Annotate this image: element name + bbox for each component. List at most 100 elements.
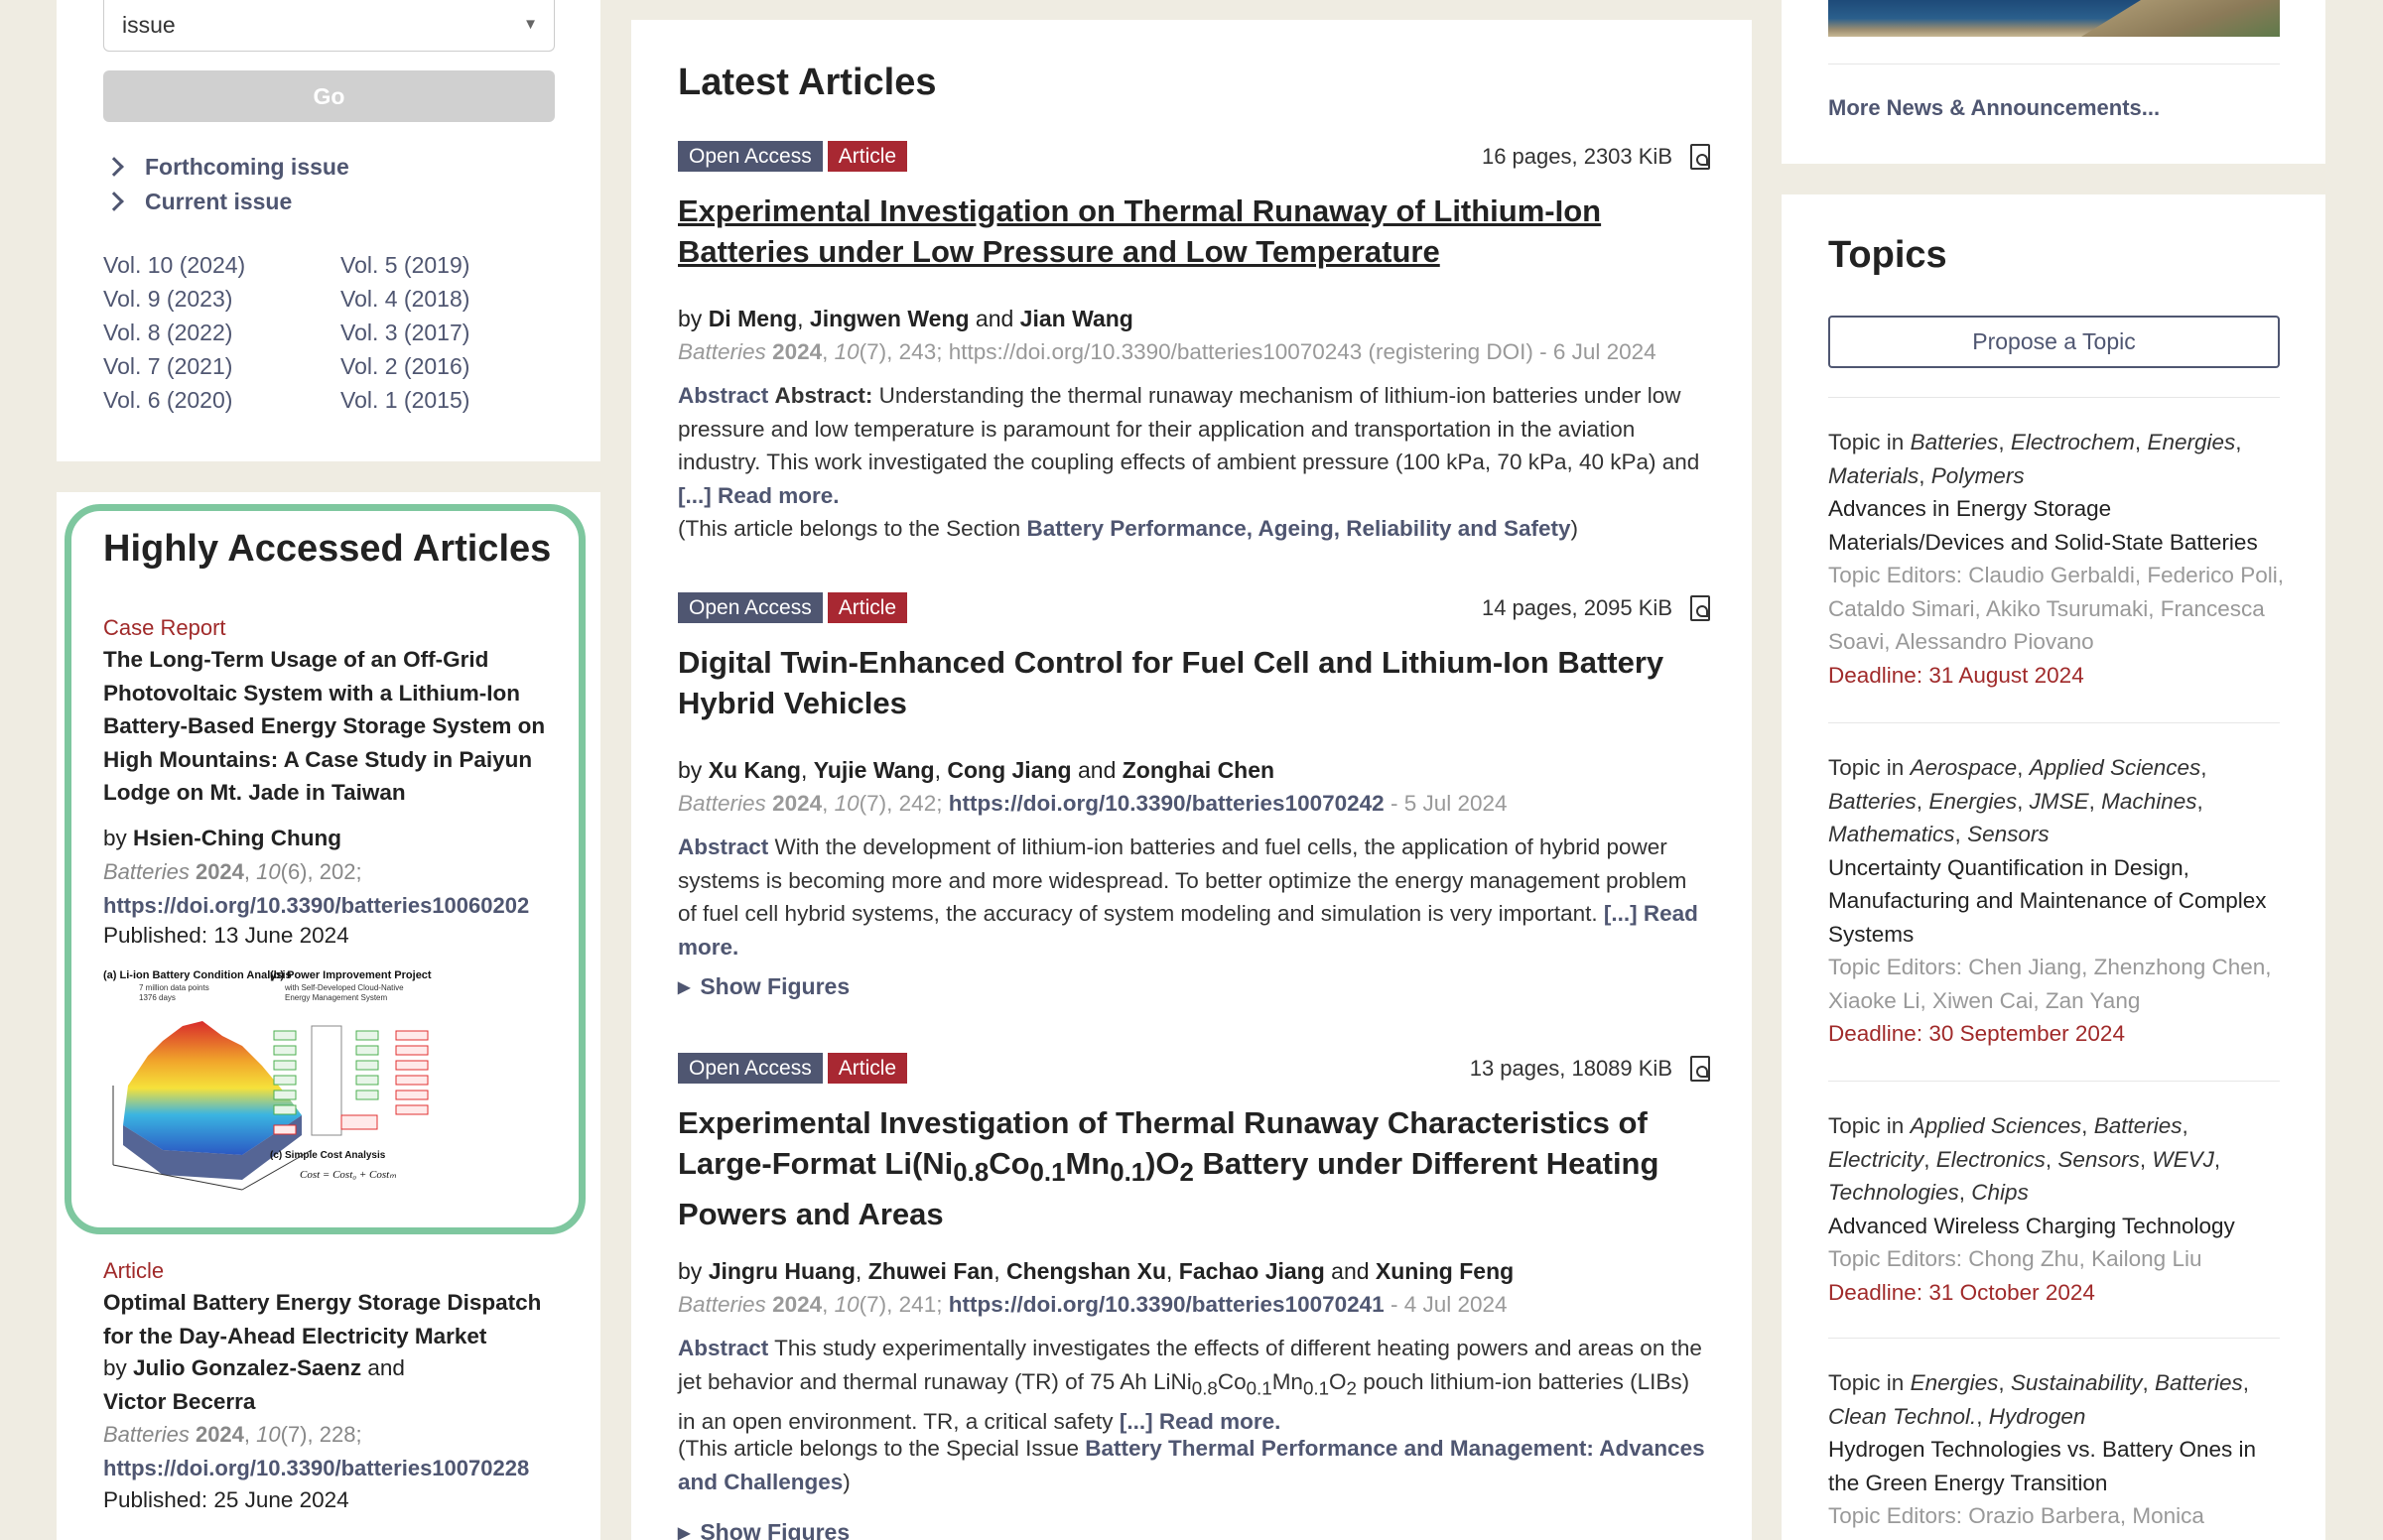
- graphic-label-a-sub2: 1376 days: [139, 993, 176, 1002]
- publish-date: - 4 Jul 2024: [1390, 1292, 1508, 1317]
- volume-link[interactable]: Vol. 4 (2018): [340, 282, 469, 316]
- latest-articles-panel: Latest Articles Open Access Article 16 pa…: [631, 20, 1752, 1540]
- article-title-link[interactable]: Experimental Investigation on Thermal Ru…: [678, 191, 1710, 272]
- abstract-prefix: Abstract:: [774, 383, 873, 408]
- topic-deadline: Deadline: 31 October 2024: [1828, 1279, 2095, 1305]
- abstract-label: Abstract: [678, 834, 769, 859]
- topic-title-link[interactable]: Uncertainty Quantification in Design, Ma…: [1828, 855, 2267, 947]
- graphic-formula: Cost = Cost₀ + Costₘ: [300, 1169, 396, 1181]
- graphic-label-b-sub2: Energy Management System: [285, 993, 387, 1002]
- year: 2024: [195, 859, 244, 884]
- volume-link[interactable]: Vol. 3 (2017): [340, 316, 469, 349]
- card-citation: Batteries 2024, 10(7), 228; https://doi.…: [103, 1422, 530, 1480]
- issue-select[interactable]: issue ▼: [103, 0, 555, 52]
- section-link[interactable]: Battery Performance, Ageing, Reliability…: [1026, 516, 1570, 541]
- author-link[interactable]: Jingwen Weng: [810, 306, 970, 331]
- card-type-label: Case Report: [103, 615, 226, 640]
- show-figures-toggle[interactable]: ▶ Show Figures: [678, 1519, 850, 1540]
- journal-name: Batteries: [103, 859, 190, 884]
- current-issue-link[interactable]: Current issue: [103, 185, 292, 218]
- article-title-link[interactable]: Experimental Investigation of Thermal Ru…: [678, 1102, 1710, 1234]
- pages-size: 16 pages, 2303 KiB: [1481, 143, 1672, 169]
- forthcoming-issue-link[interactable]: Forthcoming issue: [103, 150, 349, 184]
- highly-accessed-panel: Highly Accessed Articles Case Report The…: [57, 492, 600, 1540]
- year: 2024: [772, 1292, 823, 1317]
- publish-date: - 6 Jul 2024: [1539, 339, 1656, 364]
- publish-date: - 5 Jul 2024: [1390, 791, 1508, 816]
- volume-link[interactable]: Vol. 6 (2020): [103, 383, 232, 417]
- read-more-link[interactable]: [...] Read more.: [678, 483, 840, 508]
- topic-item: Topic in Aerospace, Applied Sciences, Ba…: [1828, 751, 2285, 1051]
- more-news-link[interactable]: More News & Announcements...: [1828, 95, 2160, 121]
- doi-link[interactable]: https://doi.org/10.3390/batteries1006020…: [103, 893, 529, 918]
- open-access-badge: Open Access: [678, 592, 823, 623]
- volume-link[interactable]: Vol. 9 (2023): [103, 282, 232, 316]
- doi-text: https://doi.org/10.3390/batteries1007024…: [948, 339, 1533, 364]
- divider: [1828, 397, 2280, 398]
- card-title-link[interactable]: The Long-Term Usage of an Off-Grid Photo…: [103, 643, 560, 810]
- propose-topic-button[interactable]: Propose a Topic: [1828, 316, 2280, 368]
- author-link[interactable]: Zonghai Chen: [1123, 757, 1274, 783]
- article-section: (This article belongs to the Section Bat…: [678, 512, 1715, 546]
- section-suffix: ): [843, 1469, 851, 1494]
- author-link[interactable]: Chengshan Xu: [1006, 1258, 1166, 1284]
- pdf-icon[interactable]: [1690, 594, 1710, 621]
- article-title-link[interactable]: Digital Twin-Enhanced Control for Fuel C…: [678, 642, 1710, 723]
- section-prefix: (This article belongs to the Section: [678, 516, 1021, 541]
- author-link[interactable]: Jian Wang: [1020, 306, 1133, 331]
- author-link[interactable]: Fachao Jiang: [1179, 1258, 1325, 1284]
- volume-link[interactable]: Vol. 1 (2015): [340, 383, 469, 417]
- author-link[interactable]: Xuning Feng: [1376, 1258, 1514, 1284]
- volume: 10: [256, 859, 281, 884]
- by-label: by: [103, 1355, 127, 1380]
- pdf-icon[interactable]: [1690, 1055, 1710, 1082]
- author-link[interactable]: Yujie Wang: [814, 757, 935, 783]
- news-image[interactable]: [1828, 0, 2280, 37]
- topic-editors: Topic Editors: Orazio Barbera, Monica: [1828, 1503, 2204, 1528]
- issue-page: (7), 228;: [280, 1422, 362, 1447]
- card-title-link[interactable]: Optimal Battery Energy Storage Dispatch …: [103, 1286, 560, 1352]
- by-label: by: [103, 826, 127, 850]
- article-type-badge: Article: [827, 1053, 908, 1084]
- pages-size: 14 pages, 2095 KiB: [1481, 594, 1672, 620]
- pages-size: 13 pages, 18089 KiB: [1469, 1055, 1672, 1081]
- volume-link[interactable]: Vol. 2 (2016): [340, 349, 469, 383]
- graphical-abstract-image[interactable]: (a) Li-ion Battery Condition Analysis 7 …: [103, 966, 560, 1200]
- journal-name: Batteries: [678, 1292, 766, 1317]
- article-citation: Batteries 2024, 10(7), 241; https://doi.…: [678, 1292, 1508, 1317]
- doi-link[interactable]: https://doi.org/10.3390/batteries1007022…: [103, 1456, 529, 1480]
- read-more-link[interactable]: [...] Read more.: [1120, 1409, 1281, 1434]
- chevron-right-icon: [104, 192, 124, 211]
- author-link[interactable]: Xu Kang: [709, 757, 801, 783]
- author-link[interactable]: Julio Gonzalez-Saenz: [133, 1355, 361, 1380]
- volume-link[interactable]: Vol. 7 (2021): [103, 349, 232, 383]
- volume-link[interactable]: Vol. 10 (2024): [103, 248, 245, 282]
- topic-title-link[interactable]: Advances in Energy Storage Materials/Dev…: [1828, 496, 2258, 555]
- published-date: Published: 13 June 2024: [103, 923, 349, 948]
- topic-editors: Topic Editors: Chong Zhu, Kailong Liu: [1828, 1246, 2202, 1271]
- author-link[interactable]: Jingru Huang: [709, 1258, 856, 1284]
- show-figures-label: Show Figures: [700, 1519, 851, 1540]
- show-figures-toggle[interactable]: ▶ Show Figures: [678, 973, 850, 1000]
- author-link[interactable]: Victor Becerra: [103, 1389, 255, 1414]
- pdf-icon[interactable]: [1690, 143, 1710, 170]
- topic-title-link[interactable]: Advanced Wireless Charging Technology: [1828, 1214, 2235, 1238]
- author-link[interactable]: Di Meng: [709, 306, 797, 331]
- graphic-label-c: (c) Simple Cost Analysis: [270, 1150, 386, 1161]
- doi-link[interactable]: https://doi.org/10.3390/batteries1007024…: [949, 1292, 1385, 1317]
- volume-link[interactable]: Vol. 8 (2022): [103, 316, 232, 349]
- card-authors: by Hsien-Ching Chung: [103, 822, 560, 855]
- go-button[interactable]: Go: [103, 70, 555, 122]
- doi-link[interactable]: https://doi.org/10.3390/batteries1007024…: [949, 791, 1385, 816]
- card-type-label: Article: [103, 1258, 165, 1283]
- author-link[interactable]: Hsien-Ching Chung: [133, 826, 341, 850]
- article-meta: 16 pages, 2303 KiB: [1482, 141, 1710, 172]
- author-link[interactable]: Cong Jiang: [947, 757, 1071, 783]
- topic-editors: Topic Editors: Chen Jiang, Zhenzhong Che…: [1828, 955, 2272, 1013]
- show-figures-label: Show Figures: [700, 973, 851, 999]
- topic-title-link[interactable]: Hydrogen Technologies vs. Battery Ones i…: [1828, 1437, 2256, 1495]
- divider: [1828, 722, 2280, 723]
- author-link[interactable]: Zhuwei Fan: [868, 1258, 994, 1284]
- volume-link[interactable]: Vol. 5 (2019): [340, 248, 469, 282]
- and-label: and: [367, 1355, 405, 1380]
